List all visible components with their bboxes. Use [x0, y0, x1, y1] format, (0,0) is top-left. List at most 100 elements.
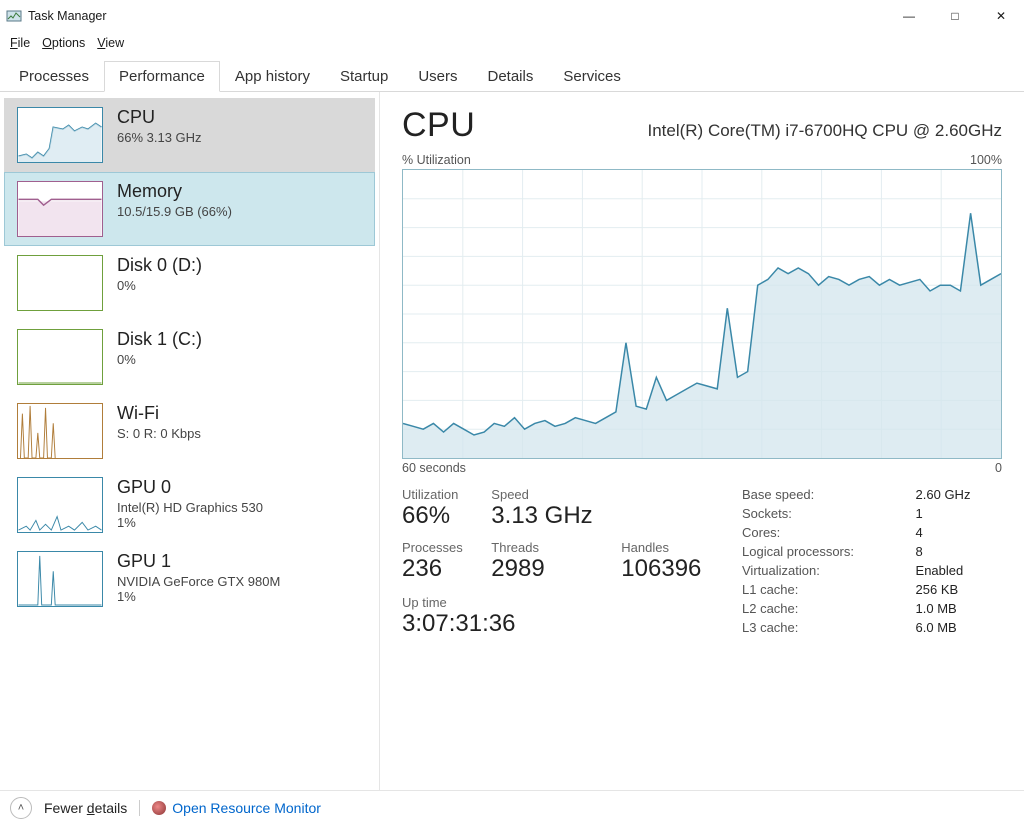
kv-logical-k: Logical processors: — [742, 544, 886, 559]
sidebar-gpu0-sub2: 1% — [117, 515, 263, 530]
footer-bar: ˄ Fewer details Open Resource Monitor — [0, 790, 1024, 825]
resource-monitor-icon — [152, 801, 166, 815]
kv-sockets-v: 1 — [916, 506, 1002, 521]
sidebar-item-gpu0[interactable]: GPU 0 Intel(R) HD Graphics 530 1% — [4, 468, 375, 542]
maximize-button[interactable]: □ — [932, 0, 978, 32]
detail-subtitle: Intel(R) Core(TM) i7-6700HQ CPU @ 2.60GH… — [647, 121, 1002, 141]
tab-details[interactable]: Details — [473, 61, 549, 92]
sidebar-cpu-title: CPU — [117, 107, 202, 128]
stats-left: Utilization 66% Speed 3.13 GHz Processes… — [402, 487, 702, 638]
cpu-thumb-icon — [17, 107, 103, 163]
menu-options[interactable]: Options — [38, 34, 89, 52]
cpu-utilization-chart[interactable] — [402, 169, 1002, 459]
window-title: Task Manager — [28, 9, 107, 23]
window-controls: — □ ✕ — [886, 0, 1024, 32]
tab-startup[interactable]: Startup — [325, 61, 403, 92]
kv-l2-k: L2 cache: — [742, 601, 886, 616]
stat-handles-value: 106396 — [621, 555, 702, 583]
chart-top-right-label: 100% — [970, 153, 1002, 167]
kv-base-speed-v: 2.60 GHz — [916, 487, 1002, 502]
tab-users[interactable]: Users — [403, 61, 472, 92]
chart-top-left-label: % Utilization — [402, 153, 471, 167]
stat-processes-label: Processes — [402, 540, 463, 555]
sidebar-gpu0-sub: Intel(R) HD Graphics 530 — [117, 500, 263, 515]
sidebar-disk0-sub: 0% — [117, 278, 202, 293]
tab-bar: Processes Performance App history Startu… — [0, 56, 1024, 92]
detail-pane: CPU Intel(R) Core(TM) i7-6700HQ CPU @ 2.… — [380, 92, 1024, 790]
chart-bottom-right-label: 0 — [995, 461, 1002, 475]
disk0-thumb-icon — [17, 255, 103, 311]
taskmgr-icon — [6, 8, 22, 24]
fewer-details-label[interactable]: Fewer details — [44, 800, 127, 816]
stat-uptime-value: 3:07:31:36 — [402, 610, 702, 638]
sidebar-gpu1-title: GPU 1 — [117, 551, 280, 572]
kv-logical-v: 8 — [916, 544, 1002, 559]
stat-handles-label: Handles — [621, 540, 702, 555]
tab-processes[interactable]: Processes — [4, 61, 104, 92]
sidebar-item-disk1[interactable]: Disk 1 (C:) 0% — [4, 320, 375, 394]
minimize-button[interactable]: — — [886, 0, 932, 32]
sidebar-disk0-title: Disk 0 (D:) — [117, 255, 202, 276]
content-area: CPU 66% 3.13 GHz Memory 10.5/15.9 GB (66… — [0, 92, 1024, 790]
kv-cores-k: Cores: — [742, 525, 886, 540]
detail-title: CPU — [402, 106, 475, 145]
kv-l2-v: 1.0 MB — [916, 601, 1002, 616]
tab-app-history[interactable]: App history — [220, 61, 325, 92]
tab-services[interactable]: Services — [548, 61, 636, 92]
sidebar-wifi-sub: S: 0 R: 0 Kbps — [117, 426, 201, 441]
sidebar-gpu0-title: GPU 0 — [117, 477, 263, 498]
stat-processes-value: 236 — [402, 555, 463, 583]
kv-sockets-k: Sockets: — [742, 506, 886, 521]
sidebar-cpu-sub: 66% 3.13 GHz — [117, 130, 202, 145]
wifi-thumb-icon — [17, 403, 103, 459]
kv-l1-k: L1 cache: — [742, 582, 886, 597]
kv-l3-k: L3 cache: — [742, 620, 886, 635]
stat-uptime-label: Up time — [402, 595, 702, 610]
sidebar-disk1-sub: 0% — [117, 352, 202, 367]
sidebar-disk1-title: Disk 1 (C:) — [117, 329, 202, 350]
kv-l3-v: 6.0 MB — [916, 620, 1002, 635]
sidebar-item-gpu1[interactable]: GPU 1 NVIDIA GeForce GTX 980M 1% — [4, 542, 375, 616]
detail-header: CPU Intel(R) Core(TM) i7-6700HQ CPU @ 2.… — [402, 106, 1002, 145]
menu-bar: File Options View — [0, 32, 1024, 54]
sidebar-item-cpu[interactable]: CPU 66% 3.13 GHz — [4, 98, 375, 172]
memory-thumb-icon — [17, 181, 103, 237]
stats-right: Base speed: 2.60 GHz Sockets: 1 Cores: 4… — [742, 487, 1002, 638]
stats-area: Utilization 66% Speed 3.13 GHz Processes… — [402, 487, 1002, 638]
chart-bottom-left-label: 60 seconds — [402, 461, 466, 475]
kv-virtualization-v: Enabled — [916, 563, 1002, 578]
gpu1-thumb-icon — [17, 551, 103, 607]
disk1-thumb-icon — [17, 329, 103, 385]
menu-view[interactable]: View — [93, 34, 128, 52]
close-button[interactable]: ✕ — [978, 0, 1024, 32]
kv-virtualization-k: Virtualization: — [742, 563, 886, 578]
stat-utilization-value: 66% — [402, 502, 463, 530]
stat-threads-label: Threads — [491, 540, 593, 555]
gpu0-thumb-icon — [17, 477, 103, 533]
chevron-up-icon: ˄ — [18, 802, 24, 814]
sidebar-wifi-title: Wi-Fi — [117, 403, 201, 424]
sidebar-gpu1-sub2: 1% — [117, 589, 280, 604]
sidebar-item-memory[interactable]: Memory 10.5/15.9 GB (66%) — [4, 172, 375, 246]
stat-speed-label: Speed — [491, 487, 593, 502]
open-resource-monitor-link[interactable]: Open Resource Monitor — [152, 800, 321, 816]
sidebar-item-disk0[interactable]: Disk 0 (D:) 0% — [4, 246, 375, 320]
sidebar-item-wifi[interactable]: Wi-Fi S: 0 R: 0 Kbps — [4, 394, 375, 468]
performance-sidebar: CPU 66% 3.13 GHz Memory 10.5/15.9 GB (66… — [0, 92, 380, 790]
kv-l1-v: 256 KB — [916, 582, 1002, 597]
stat-utilization-label: Utilization — [402, 487, 463, 502]
stat-speed-value: 3.13 GHz — [491, 502, 593, 530]
tab-performance[interactable]: Performance — [104, 61, 220, 92]
menu-file[interactable]: File — [6, 34, 34, 52]
kv-base-speed-k: Base speed: — [742, 487, 886, 502]
sidebar-memory-sub: 10.5/15.9 GB (66%) — [117, 204, 232, 219]
sidebar-gpu1-sub: NVIDIA GeForce GTX 980M — [117, 574, 280, 589]
stat-threads-value: 2989 — [491, 555, 593, 583]
fewer-details-toggle[interactable]: ˄ — [10, 797, 32, 819]
open-resource-monitor-label: Open Resource Monitor — [172, 800, 321, 816]
chart-top-labels: % Utilization 100% — [402, 153, 1002, 167]
sidebar-memory-title: Memory — [117, 181, 232, 202]
chart-bottom-labels: 60 seconds 0 — [402, 461, 1002, 475]
title-bar: Task Manager — □ ✕ — [0, 0, 1024, 32]
kv-cores-v: 4 — [916, 525, 1002, 540]
